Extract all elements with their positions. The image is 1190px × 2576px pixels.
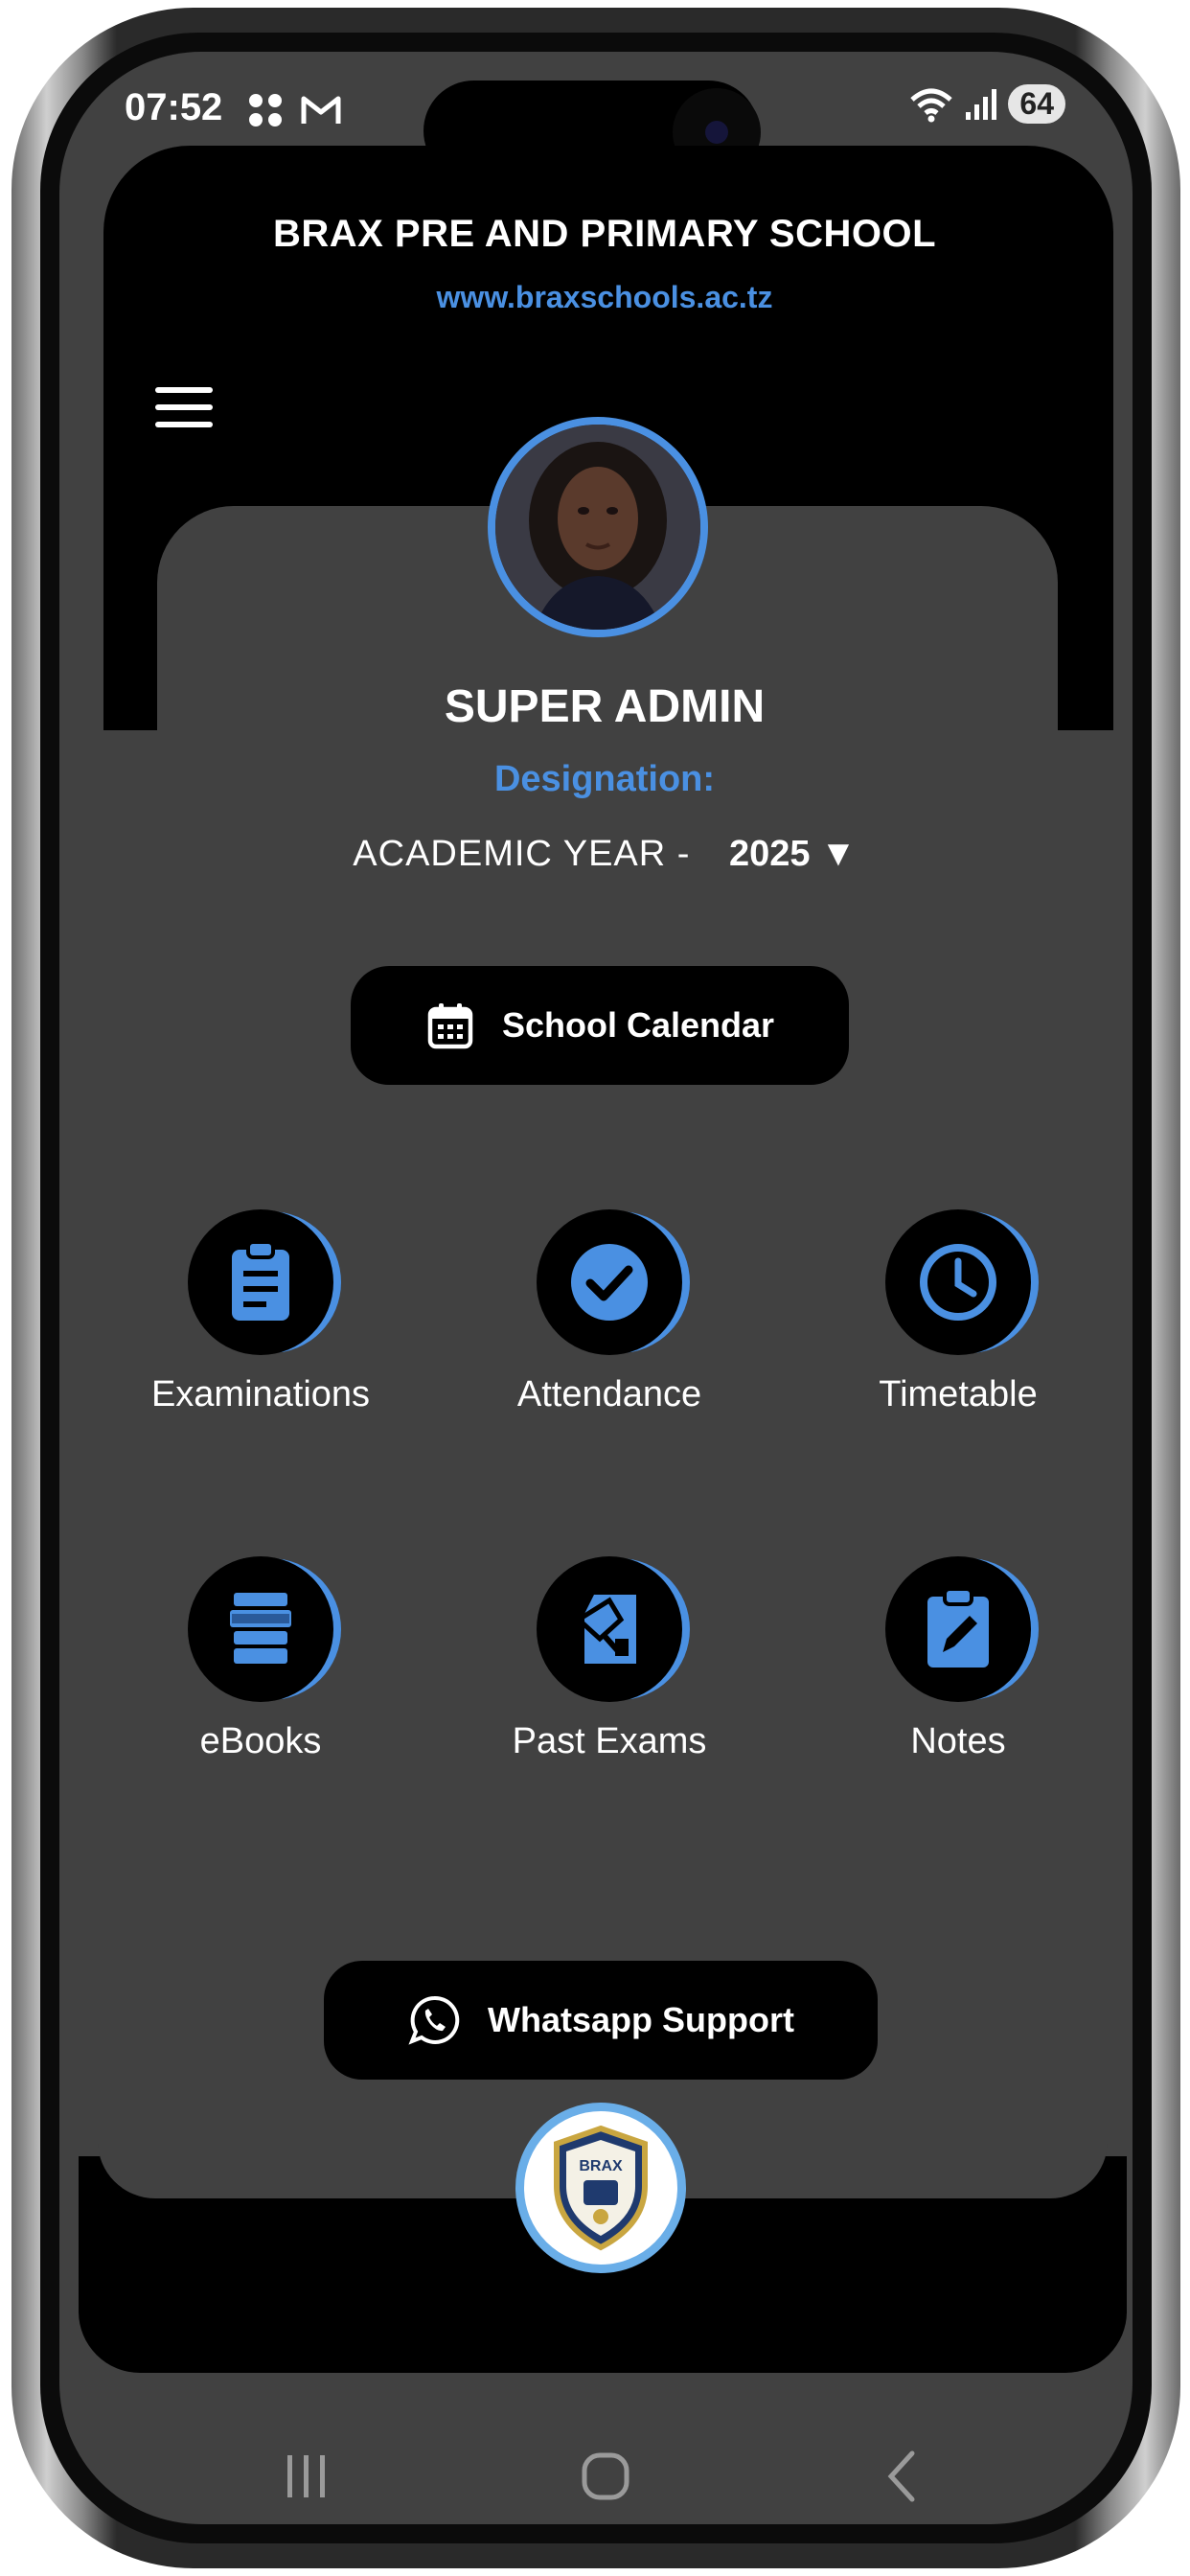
tile-attendance[interactable]: Attendance bbox=[466, 1209, 753, 1415]
recent-apps-icon[interactable] bbox=[278, 2448, 335, 2505]
status-right-icons: 64 bbox=[908, 84, 1065, 124]
academic-year-row: ACADEMIC YEAR - 2025 ▼ bbox=[59, 834, 1133, 875]
whatsapp-support-label: Whatsapp Support bbox=[488, 2000, 794, 2039]
gmail-icon bbox=[301, 96, 341, 125]
designation-label: Designation: bbox=[493, 759, 716, 799]
tile-timetable[interactable]: Timetable bbox=[814, 1209, 1102, 1415]
tile-label: Examinations bbox=[150, 1374, 371, 1414]
avatar[interactable] bbox=[488, 417, 708, 637]
school-calendar-label: School Calendar bbox=[501, 1005, 775, 1045]
tile-examinations[interactable]: Examinations bbox=[117, 1209, 404, 1415]
battery-indicator: 64 bbox=[1008, 84, 1065, 124]
status-time: 07:52 bbox=[125, 86, 223, 128]
tile-label: Notes bbox=[910, 1721, 1006, 1761]
tile-label: Past Exams bbox=[512, 1721, 707, 1761]
clock-icon bbox=[920, 1244, 996, 1321]
status-notification-icons bbox=[246, 88, 342, 129]
logo-text: BRAX bbox=[579, 2158, 623, 2174]
whatsapp-support-button[interactable]: Whatsapp Support bbox=[324, 1961, 878, 2080]
past-exam-icon bbox=[574, 1595, 636, 1664]
tile-label: Attendance bbox=[516, 1374, 702, 1414]
calendar-icon bbox=[427, 1003, 473, 1049]
home-icon[interactable] bbox=[577, 2448, 634, 2505]
wifi-icon bbox=[910, 88, 953, 122]
notes-icon bbox=[927, 1587, 989, 1668]
check-circle-icon bbox=[571, 1244, 648, 1321]
whatsapp-icon bbox=[408, 1995, 460, 2045]
ebook-icon bbox=[230, 1593, 291, 1664]
clipboard-icon bbox=[232, 1240, 289, 1321]
signal-icon bbox=[966, 88, 997, 120]
app-screen: 07:52 64 BRAX PRE AND PRIMARY SCHOOL www… bbox=[59, 52, 1133, 2524]
tile-ebooks[interactable]: eBooks bbox=[117, 1556, 404, 1762]
tile-label: eBooks bbox=[199, 1721, 322, 1761]
phone-frame: 07:52 64 BRAX PRE AND PRIMARY SCHOOL www… bbox=[11, 8, 1180, 2568]
back-icon[interactable] bbox=[876, 2448, 933, 2505]
school-logo: BRAX bbox=[515, 2103, 686, 2273]
tile-label: Timetable bbox=[879, 1374, 1038, 1414]
phone-bezel: 07:52 64 BRAX PRE AND PRIMARY SCHOOL www… bbox=[40, 33, 1152, 2543]
apps-grid-icon bbox=[249, 94, 282, 127]
system-navigation-bar bbox=[59, 2448, 1133, 2524]
school-calendar-button[interactable]: School Calendar bbox=[351, 966, 849, 1085]
tile-past-exams[interactable]: Past Exams bbox=[466, 1556, 753, 1762]
academic-year-label: ACADEMIC YEAR - bbox=[353, 834, 691, 874]
school-website-link[interactable]: www.braxschools.ac.tz bbox=[59, 280, 1133, 315]
hamburger-menu-icon[interactable] bbox=[155, 387, 213, 429]
school-name: BRAX PRE AND PRIMARY SCHOOL bbox=[272, 213, 937, 255]
user-name: SUPER ADMIN bbox=[444, 681, 766, 732]
academic-year-dropdown[interactable]: 2025 ▼ bbox=[729, 834, 857, 874]
tile-notes[interactable]: Notes bbox=[814, 1556, 1102, 1762]
